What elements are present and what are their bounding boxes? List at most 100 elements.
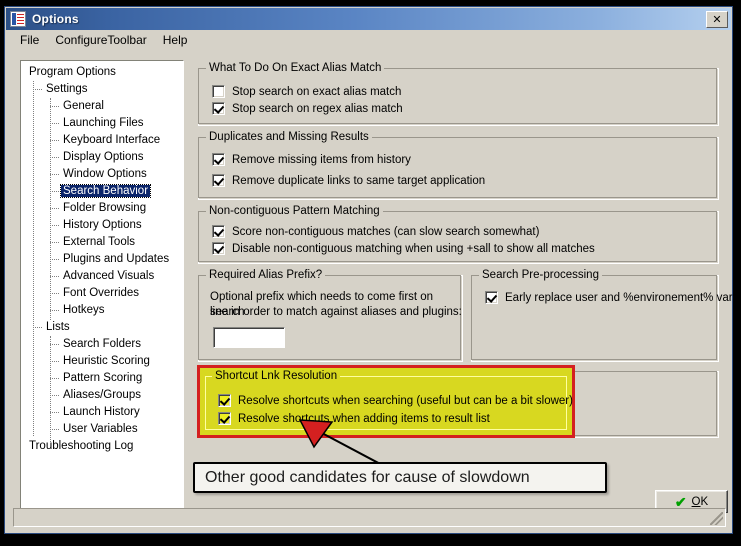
window-title: Options	[32, 12, 79, 26]
tree-item-external-tools[interactable]: External Tools	[21, 234, 183, 251]
group-title: Required Alias Prefix?	[206, 269, 326, 281]
group-shortcut-lnk-resolution: Shortcut Lnk Resolution Resolve shortcut…	[197, 365, 575, 438]
checkbox-label: Score non-contiguous matches (can slow s…	[232, 225, 540, 238]
tree-item-aliases-groups[interactable]: Aliases/Groups	[21, 387, 183, 404]
tree-item-history-options[interactable]: History Options	[21, 217, 183, 234]
tree-item-label: Folder Browsing	[63, 202, 147, 214]
tree-item-advanced-visuals[interactable]: Advanced Visuals	[21, 268, 183, 285]
group-title: Shortcut Lnk Resolution	[212, 370, 341, 382]
tree-item-label: Keyboard Interface	[63, 134, 161, 146]
tree-item-search-folders[interactable]: Search Folders	[21, 336, 183, 353]
menu-item-help[interactable]: Help	[155, 32, 196, 48]
options-tree[interactable]: Program Options Settings General Launchi…	[20, 60, 184, 515]
tree-item-label: External Tools	[63, 236, 136, 248]
group-title: Duplicates and Missing Results	[206, 131, 372, 143]
tree-item-launching-files[interactable]: Launching Files	[21, 115, 183, 132]
tree-item-label: User Variables	[63, 423, 138, 435]
green-check-icon: ✔	[674, 493, 687, 510]
checkbox-label: Remove missing items from history	[232, 153, 411, 166]
menu-bar: File ConfigureToolbar Help	[6, 30, 731, 49]
resize-grip-icon[interactable]	[710, 512, 723, 525]
tree-item-pattern-scoring[interactable]: Pattern Scoring	[21, 370, 183, 387]
checkbox-score-non-contiguous[interactable]: Score non-contiguous matches (can slow s…	[212, 225, 539, 238]
tree-item-plugins-and-updates[interactable]: Plugins and Updates	[21, 251, 183, 268]
tree-item-keyboard-interface[interactable]: Keyboard Interface	[21, 132, 183, 149]
tree-item-label: Search Folders	[63, 338, 141, 350]
checkbox-icon[interactable]	[212, 242, 225, 255]
annotation-callout-text: Other good candidates for cause of slowd…	[205, 468, 530, 486]
tree-item-launch-history[interactable]: Launch History	[21, 404, 183, 421]
checkbox-icon[interactable]	[212, 174, 225, 187]
checkbox-early-replace-env-vars[interactable]: Early replace user and %environement% va…	[485, 291, 738, 304]
menu-item-configuretoolbar[interactable]: ConfigureToolbar	[47, 32, 154, 48]
group-duplicates-missing-results: Duplicates and Missing Results Remove mi…	[198, 131, 719, 200]
tree-item-program-options[interactable]: Program Options	[21, 64, 183, 81]
tree-item-label: History Options	[63, 219, 142, 231]
tree-item-display-options[interactable]: Display Options	[21, 149, 183, 166]
checkbox-label: Resolve shortcuts when adding items to r…	[238, 412, 490, 425]
checkbox-label: Disable non-contiguous matching when usi…	[232, 242, 595, 255]
options-window: Options ✕ File ConfigureToolbar Help Pro…	[4, 6, 738, 534]
title-bar: Options ✕	[6, 8, 731, 30]
settings-content-panel: What To Do On Exact Alias Match Stop sea…	[197, 60, 738, 515]
tree-item-label: Advanced Visuals	[63, 270, 155, 282]
tree-item-label: Settings	[46, 83, 88, 95]
checkbox-label: Resolve shortcuts when searching (useful…	[238, 394, 573, 407]
tree-item-label: Aliases/Groups	[63, 389, 141, 401]
checkbox-icon[interactable]	[212, 225, 225, 238]
tree-item-lists[interactable]: Lists	[21, 319, 183, 336]
tree-item-label: Font Overrides	[63, 287, 140, 299]
tree-item-label: Display Options	[63, 151, 144, 163]
alias-prefix-input[interactable]	[213, 327, 285, 348]
tree-item-label: Hotkeys	[63, 304, 105, 316]
checkbox-icon[interactable]	[485, 291, 498, 304]
ok-button-label: OK	[691, 495, 709, 508]
tree-item-general[interactable]: General	[21, 98, 183, 115]
options-checklist-icon	[10, 11, 26, 27]
group-required-alias-prefix: Required Alias Prefix? Optional prefix w…	[198, 269, 463, 362]
tree-item-label: Window Options	[63, 168, 147, 180]
checkbox-icon[interactable]	[218, 394, 231, 407]
checkbox-icon[interactable]	[212, 85, 225, 98]
tree-item-label: Launch History	[63, 406, 140, 418]
checkbox-label: Early replace user and %environement% va…	[505, 291, 739, 304]
tree-item-label: Lists	[46, 321, 70, 333]
checkbox-remove-duplicate-links[interactable]: Remove duplicate links to same target ap…	[212, 174, 485, 187]
checkbox-icon[interactable]	[218, 412, 231, 425]
tree-item-label: Pattern Scoring	[63, 372, 143, 384]
close-icon[interactable]: ✕	[706, 11, 728, 28]
checkbox-resolve-shortcuts-adding[interactable]: Resolve shortcuts when adding items to r…	[218, 412, 490, 425]
checkbox-remove-missing-items[interactable]: Remove missing items from history	[212, 153, 411, 166]
tree-item-window-options[interactable]: Window Options	[21, 166, 183, 183]
tree-item-heuristic-scoring[interactable]: Heuristic Scoring	[21, 353, 183, 370]
alias-prefix-description-line2: line in order to match against aliases a…	[210, 306, 462, 318]
tree-item-font-overrides[interactable]: Font Overrides	[21, 285, 183, 302]
checkbox-disable-non-contiguous-sall[interactable]: Disable non-contiguous matching when usi…	[212, 242, 595, 255]
group-title: What To Do On Exact Alias Match	[206, 62, 385, 74]
group-title: Non-contiguous Pattern Matching	[206, 205, 383, 217]
checkbox-icon[interactable]	[212, 153, 225, 166]
checkbox-stop-search-regex-alias[interactable]: Stop search on regex alias match	[212, 102, 403, 115]
tree-item-label: Plugins and Updates	[63, 253, 170, 265]
tree-item-label: Launching Files	[63, 117, 144, 129]
tree-item-folder-browsing[interactable]: Folder Browsing	[21, 200, 183, 217]
checkbox-label: Remove duplicate links to same target ap…	[232, 174, 486, 187]
tree-item-label: Heuristic Scoring	[63, 355, 150, 367]
checkbox-resolve-shortcuts-searching[interactable]: Resolve shortcuts when searching (useful…	[218, 394, 573, 407]
tree-item-label: Search Behavior	[59, 184, 152, 198]
tree-item-label: Troubleshooting Log	[29, 440, 134, 452]
checkbox-icon[interactable]	[212, 102, 225, 115]
group-title: Search Pre-processing	[479, 269, 602, 281]
tree-item-label: General	[63, 100, 104, 112]
menu-item-file[interactable]: File	[12, 32, 47, 48]
tree-item-troubleshooting-log[interactable]: Troubleshooting Log	[21, 438, 183, 455]
checkbox-label: Stop search on regex alias match	[232, 102, 403, 115]
checkbox-stop-search-exact-alias[interactable]: Stop search on exact alias match	[212, 85, 401, 98]
tree-item-search-behavior[interactable]: Search Behavior	[21, 183, 183, 200]
tree-item-hotkeys[interactable]: Hotkeys	[21, 302, 183, 319]
tree-item-user-variables[interactable]: User Variables	[21, 421, 183, 438]
group-search-pre-processing: Search Pre-processing Early replace user…	[471, 269, 738, 362]
ok-label-rest: K	[700, 495, 709, 508]
tree-item-settings[interactable]: Settings	[21, 81, 183, 98]
group-exact-alias-match: What To Do On Exact Alias Match Stop sea…	[198, 62, 719, 126]
